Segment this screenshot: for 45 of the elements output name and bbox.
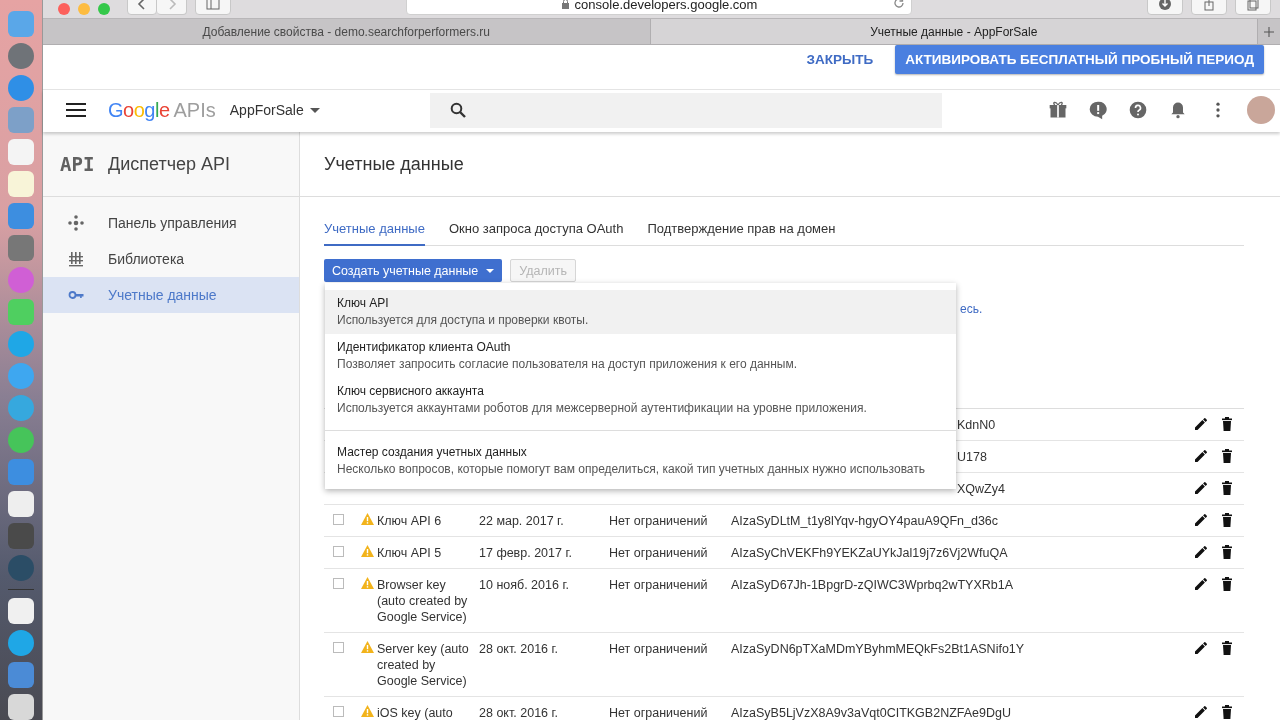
table-cell: Browser key (auto created by Google Service) bbox=[377, 577, 469, 625]
table-cell-text: AIzaSyDN6pTXaMDmYByhmMEQkFs2Bt1ASNifo1Y bbox=[731, 641, 1026, 657]
browser-tab[interactable]: Добавление свойства - demo.searchforperformers.ru bbox=[43, 19, 651, 44]
table-cell-text: Нет ограничений bbox=[609, 577, 709, 593]
menu-item[interactable]: Идентификатор клиента OAuth Позволяет запросить согласие пользователя на доступ приложения к его данным. bbox=[325, 334, 956, 378]
browser-tab[interactable]: Учетные данные - AppForSale bbox=[650, 19, 1258, 44]
tab[interactable]: Подтверждение прав на домен bbox=[647, 213, 836, 246]
menu-item[interactable]: Мастер создания учетных данных Несколько вопросов, которые помогут вам определиться, какой тип учетных данных нужно использовать bbox=[325, 430, 956, 483]
table-cell-text: AIzaSyDLtM_t1y8lYqv-hgyOY4pauA9QFn_d36c bbox=[731, 513, 1000, 529]
table-cell-text: 10 нояб. 2016 г. bbox=[479, 577, 570, 593]
url-text: console.developers.google.com bbox=[574, 0, 758, 12]
table-cell-text: Нет ограничений bbox=[609, 545, 709, 561]
table-cell: XQwZy4 bbox=[957, 481, 1005, 497]
project-selector[interactable]: AppForSale bbox=[229, 102, 320, 118]
address-bar[interactable]: console.developers.google.com bbox=[406, 0, 912, 15]
table-cell-text: 22 мар. 2017 г. bbox=[479, 513, 565, 529]
table-cell-text: 28 окт. 2016 г. bbox=[479, 705, 559, 720]
table-cell: U178 bbox=[957, 449, 987, 465]
table-cell: Server key (auto created by Google Service) bbox=[377, 641, 469, 689]
api-logo: API bbox=[60, 153, 96, 175]
table-cell-text: iOS key (auto bbox=[377, 705, 454, 720]
table-cell-text: Ключ API 6 bbox=[377, 513, 443, 529]
page-title: Учетные данные bbox=[324, 153, 464, 175]
table-cell-text: AIzaSyChVEKFh9YEKZaUYkJal19j7z6Vj2WfuQA bbox=[731, 545, 1009, 561]
menu-item[interactable]: Ключ сервисного аккаунта Используется аккаунтами роботов для межсерверной аутентификации на уровне приложения. bbox=[325, 378, 956, 422]
tab[interactable]: Окно запроса доступа OAuth bbox=[448, 213, 624, 246]
table-cell-text: AIzaSyD67Jh-1BpgrD-zQIWC3Wprbq2wTYXRb1A bbox=[731, 577, 1015, 593]
menu-item[interactable]: Ключ API Используется для доступа и проверки квоты. bbox=[325, 290, 956, 334]
table-cell-text: Нет ограничений bbox=[609, 705, 709, 720]
table-cell: KdnN0 bbox=[957, 417, 996, 433]
sidebar-item[interactable]: Панель управления bbox=[43, 205, 299, 241]
activate-trial-button[interactable]: АКТИВИРОВАТЬ БЕСПЛАТНЫЙ ПРОБНЫЙ ПЕРИОД bbox=[895, 45, 1264, 74]
close-button[interactable]: ЗАКРЫТЬ bbox=[798, 45, 882, 74]
table-cell-text: Нет ограничений bbox=[609, 641, 709, 657]
create-credentials-button[interactable]: Создать учетные данные bbox=[324, 259, 503, 282]
tab[interactable]: Учетные данные bbox=[324, 213, 425, 246]
table-cell-text: 17 февр. 2017 г. bbox=[479, 545, 573, 561]
table-cell-text: Ключ API 5 bbox=[377, 545, 443, 561]
sidebar-title: Диспетчер API bbox=[108, 153, 231, 175]
sidebar-item[interactable]: Библиотека bbox=[43, 241, 299, 277]
google-apis-logo: Google APIs bbox=[108, 98, 216, 122]
table-cell-text: AIzaSyB5LjVzX8A9v3aVqt0CITKGB2NZFAe9DgU bbox=[731, 705, 1012, 720]
table-cell-text: Нет ограничений bbox=[609, 513, 709, 529]
link[interactable]: есь. bbox=[960, 302, 983, 316]
table-cell-text: 28 окт. 2016 г. bbox=[479, 641, 559, 657]
